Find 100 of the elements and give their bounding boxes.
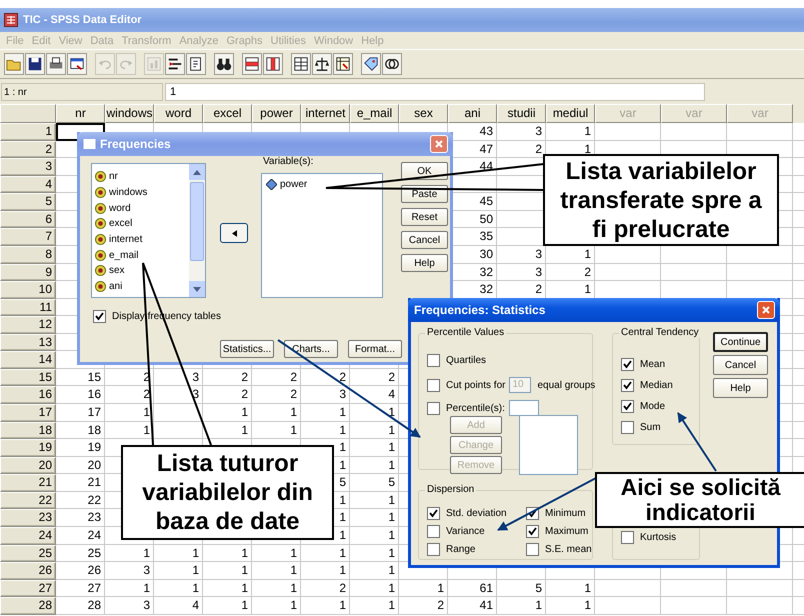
table-row-icon[interactable] — [242, 53, 262, 75]
row-header[interactable]: 10 — [0, 281, 56, 299]
folder-icon[interactable] — [4, 53, 24, 75]
column-header[interactable]: ani — [448, 104, 497, 123]
table-cell-text: 61 — [478, 580, 494, 597]
field-label: equal groups — [537, 380, 596, 390]
row-header[interactable]: 8 — [0, 246, 56, 264]
column-header[interactable]: power — [252, 104, 301, 123]
row-header[interactable]: 19 — [0, 439, 56, 457]
checkbox[interactable] — [427, 543, 440, 556]
list-item[interactable]: word — [109, 202, 131, 214]
list-item[interactable]: excel — [109, 218, 132, 230]
row-header[interactable]: 24 — [0, 526, 56, 544]
list-item[interactable]: power — [280, 179, 308, 190]
grid-icon[interactable] — [291, 53, 311, 75]
row-header[interactable]: 1 — [0, 123, 56, 141]
table-cell-text: 3 — [534, 246, 543, 263]
list-item[interactable]: sex — [109, 265, 125, 276]
table-cell-text: 5 — [338, 474, 347, 492]
column-header[interactable]: internet — [301, 104, 350, 123]
column-header[interactable]: windows — [105, 104, 154, 123]
row-header[interactable]: 25 — [0, 544, 56, 562]
checkbox[interactable] — [621, 358, 634, 371]
checkbox[interactable] — [93, 310, 106, 323]
row-header[interactable]: 6 — [0, 210, 56, 228]
checkbox[interactable] — [427, 507, 440, 520]
row-header[interactable]: 21 — [0, 474, 56, 492]
row-header[interactable]: 27 — [0, 580, 56, 598]
scrollbar[interactable] — [189, 164, 205, 297]
row-header[interactable]: 11 — [0, 298, 56, 316]
down-arrow-icon[interactable] — [193, 287, 201, 292]
dialog-button[interactable]: Statistics... — [220, 340, 274, 358]
column-header[interactable]: studii — [497, 104, 546, 123]
column-header[interactable]: sex — [399, 104, 448, 123]
checkbox[interactable] — [427, 354, 440, 367]
up-arrow-icon[interactable] — [193, 170, 201, 175]
list-box[interactable] — [519, 415, 578, 475]
table-cell-text: 1 — [289, 422, 298, 439]
table-cell-text: 2 — [240, 386, 249, 404]
row-header[interactable]: 13 — [0, 334, 56, 352]
column-header[interactable]: e_mail — [350, 104, 399, 123]
checkbox[interactable] — [526, 525, 539, 538]
checkbox[interactable] — [621, 421, 634, 434]
dialog-button[interactable]: Format... — [348, 340, 402, 358]
row-header[interactable]: 12 — [0, 316, 56, 334]
row-header[interactable]: 28 — [0, 597, 56, 615]
column-header[interactable]: excel — [203, 104, 252, 123]
row-header[interactable]: 20 — [0, 456, 56, 474]
column-header[interactable]: nr — [56, 104, 105, 123]
cell-editor-field[interactable]: 1 — [165, 82, 705, 100]
table-cell-text: 25 — [86, 544, 102, 562]
list-item[interactable]: e_mail — [109, 250, 138, 261]
list-item[interactable]: internet — [109, 234, 142, 246]
binoculars-icon[interactable] — [214, 53, 234, 75]
dialog-button[interactable]: Cancel — [713, 355, 768, 375]
row-header[interactable]: 26 — [0, 562, 56, 580]
list-item[interactable]: windows — [109, 187, 148, 198]
scale-icon[interactable] — [312, 53, 332, 75]
table-cell-text: 1 — [387, 544, 396, 562]
table-cell-text: 41 — [478, 597, 494, 614]
tag-icon[interactable] — [361, 53, 381, 75]
column-header[interactable]: mediul — [546, 104, 595, 123]
row-header[interactable]: 2 — [0, 140, 56, 158]
row-header[interactable]: 22 — [0, 492, 56, 510]
row-header[interactable]: 23 — [0, 509, 56, 527]
dialog-button[interactable]: Help — [401, 254, 448, 272]
dialog-button[interactable]: Reset — [401, 208, 448, 226]
dialog-button[interactable]: Help — [713, 378, 768, 398]
list-item[interactable]: nr — [109, 171, 118, 182]
checkbox[interactable] — [526, 543, 539, 556]
close-button[interactable] — [757, 301, 775, 319]
row-header[interactable]: 14 — [0, 351, 56, 369]
checkbox[interactable] — [621, 531, 634, 544]
checkbox[interactable] — [427, 525, 440, 538]
table-icon[interactable] — [333, 53, 353, 75]
input-field[interactable] — [508, 400, 539, 416]
row-header[interactable]: 16 — [0, 386, 56, 404]
table-cell-text: 2 — [583, 264, 592, 280]
row-header[interactable]: 18 — [0, 422, 56, 440]
row-header[interactable]: 15 — [0, 368, 56, 386]
dialog-button[interactable]: Cancel — [401, 231, 448, 249]
list-item[interactable]: ani — [109, 281, 122, 292]
column-header[interactable]: word — [154, 104, 203, 123]
row-header[interactable]: 9 — [0, 264, 56, 282]
row-header[interactable]: 7 — [0, 228, 56, 246]
printer-icon[interactable] — [46, 53, 66, 75]
checkbox[interactable] — [621, 379, 634, 392]
checkbox[interactable] — [427, 402, 440, 414]
row-header[interactable]: 4 — [0, 176, 56, 194]
row-header[interactable]: 5 — [0, 193, 56, 211]
row-header[interactable]: 3 — [0, 158, 56, 176]
dialog-button[interactable]: Continue — [713, 332, 768, 352]
checkbox[interactable] — [427, 378, 440, 392]
grid-icon — [4, 13, 18, 27]
checkbox[interactable] — [621, 400, 634, 413]
move-button[interactable] — [220, 223, 248, 243]
circles-icon[interactable] — [382, 53, 402, 75]
page-icon[interactable] — [186, 53, 206, 75]
row-header[interactable]: 17 — [0, 404, 56, 422]
table-column-icon[interactable] — [263, 53, 283, 75]
